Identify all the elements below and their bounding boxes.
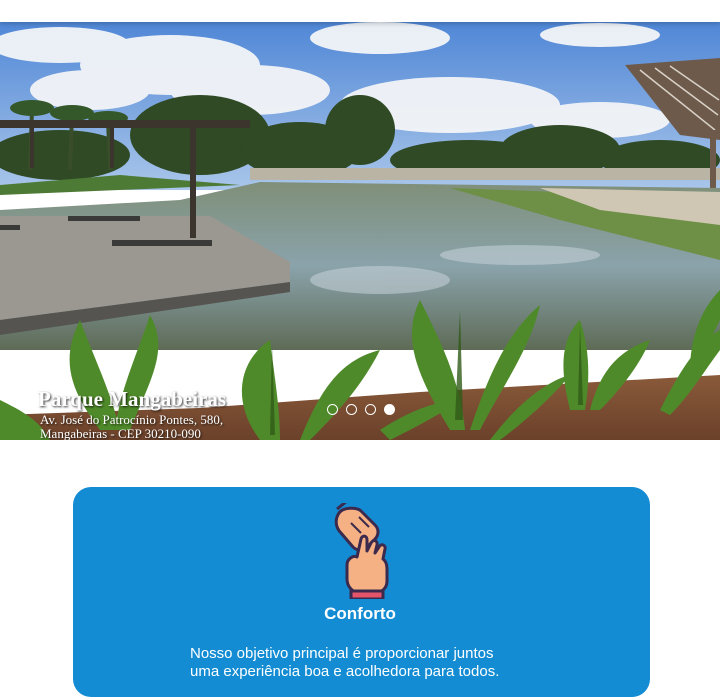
address-line-1: Av. José do Patrocínio Pontes, 580, — [40, 412, 224, 427]
carousel-dot-2[interactable] — [346, 404, 357, 415]
location-title: Parque Mangabeiras — [38, 387, 227, 411]
carousel-dot-3[interactable] — [365, 404, 376, 415]
helping-hands-icon — [331, 499, 393, 604]
feature-description-line-1: Nosso objetivo principal é proporcionar … — [190, 645, 494, 662]
feature-description-line-2: uma experiência boa e acolhedora para to… — [190, 663, 500, 680]
park-photo — [0, 20, 720, 440]
location-address: Av. José do Patrocínio Pontes, 580, Mang… — [40, 412, 224, 441]
carousel-dot-1[interactable] — [327, 404, 338, 415]
carousel-indicators — [327, 404, 395, 415]
feature-title: Conforto — [324, 604, 396, 623]
feature-description: Nosso objetivo principal é proporcionar … — [190, 645, 570, 681]
address-line-2: Mangabeiras - CEP 30210-090 — [40, 426, 201, 441]
carousel-dot-4[interactable] — [384, 404, 395, 415]
hero-carousel[interactable]: Parque Mangabeiras Av. José do Patrocíni… — [0, 20, 720, 440]
top-navigation-bar — [0, 0, 720, 22]
